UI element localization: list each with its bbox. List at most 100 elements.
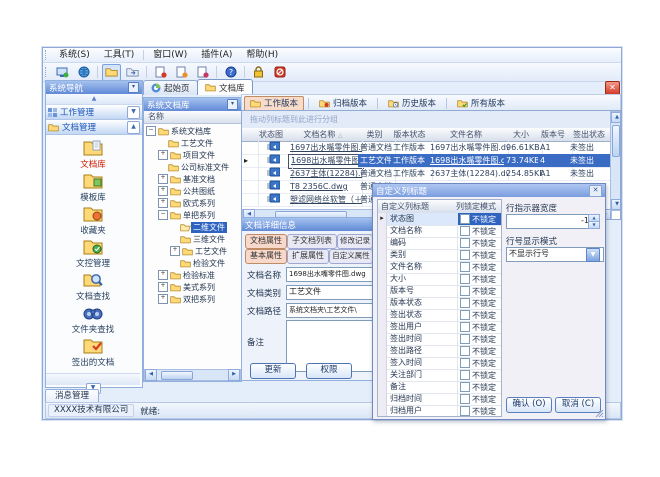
sidebar-item-checked-out-docs[interactable]: 签出的文档 (46, 337, 140, 370)
column-header-size[interactable]: 大小 (504, 128, 539, 142)
column-header-version[interactable]: 版本号 (538, 128, 569, 142)
stop-button[interactable] (270, 64, 289, 81)
lock-checkbox[interactable] (460, 334, 470, 344)
tree-node[interactable]: +美式系列 (158, 281, 217, 293)
lock-button[interactable] (249, 64, 268, 81)
sidebar-item-doc-control[interactable]: 文控管理 (46, 238, 140, 271)
collapse-icon[interactable]: − (158, 210, 168, 220)
tree-node[interactable]: +检验标准 (158, 269, 217, 281)
lock-checkbox[interactable] (460, 250, 470, 260)
tree-node[interactable]: +欧式系列 (158, 197, 217, 209)
doc-copy-button[interactable] (193, 64, 212, 81)
update-button[interactable]: 更新 (250, 363, 296, 379)
tab-start-page[interactable]: 起始页 (143, 80, 198, 95)
lock-checkbox[interactable] (460, 286, 470, 296)
dialog-title-bar[interactable]: 自定义列标题 ✕ (373, 184, 605, 197)
close-tab-button[interactable]: ✕ (605, 81, 620, 95)
lock-checkbox[interactable] (460, 370, 470, 380)
tab-document-library[interactable]: 文档库 (197, 79, 253, 95)
tree-node[interactable]: 公司标准文件 (158, 161, 231, 173)
sidebar-item-doc-search[interactable]: 文档查找 (46, 271, 140, 304)
expand-icon[interactable]: + (170, 246, 180, 256)
dialog-column-header-lock[interactable]: 列锁定模式 (453, 200, 502, 214)
tab-doc-properties[interactable]: 文档属性 (245, 234, 287, 249)
sidebar-scroll-up[interactable]: ▲ (46, 94, 142, 105)
ok-button[interactable]: 确认 (O) (506, 397, 552, 413)
tab-modification-record[interactable]: 修改记录 (337, 234, 373, 249)
lock-checkbox[interactable] (460, 394, 470, 404)
tab-basic-properties[interactable]: 基本属性 (245, 249, 287, 264)
grid-vertical-scrollbar[interactable]: ▲ ▼ (610, 111, 621, 211)
dialog-close-icon[interactable]: ✕ (589, 185, 602, 197)
doc-category-field[interactable]: 工艺文件 (286, 285, 375, 300)
sidebar-collapse-strip[interactable]: ▼ (46, 373, 140, 385)
tree-node[interactable]: +工艺文件 (170, 245, 229, 257)
sidebar-item-template-library[interactable]: 模板库 (46, 172, 140, 205)
tree-node[interactable]: −单把系列 (158, 209, 217, 221)
dialog-column-header-title[interactable]: 自定义列标题 (378, 200, 456, 214)
menu-help[interactable]: 帮助(H) (239, 49, 285, 62)
column-header-doc-name[interactable]: 文档名称 △ (288, 128, 359, 142)
lock-checkbox[interactable] (460, 358, 470, 368)
column-header-category[interactable]: 类别 (358, 128, 392, 142)
scrollbar-thumb[interactable] (612, 125, 620, 157)
menu-plugins[interactable]: 插件(A) (194, 49, 239, 62)
expand-icon[interactable]: + (158, 294, 168, 304)
chevron-down-icon[interactable]: ▼ (127, 106, 140, 119)
doc-path-field[interactable]: 系统文档夹\工艺文件\ (286, 303, 375, 318)
doc-mail-button[interactable] (172, 64, 191, 81)
all-versions-button[interactable]: 所有版本 (451, 96, 511, 111)
tree-node[interactable]: +基准文档 (158, 173, 217, 185)
expand-icon[interactable]: + (158, 150, 168, 160)
expand-icon[interactable]: + (158, 282, 168, 292)
tab-subdocument-list[interactable]: 子文档列表 (287, 234, 337, 249)
chevron-up-icon[interactable]: ▲ (127, 121, 140, 134)
tree-horizontal-scrollbar[interactable]: ◀ ▶ (144, 369, 241, 381)
help-button[interactable]: ? (221, 64, 240, 81)
group-work-management[interactable]: 工作管理 ▼ (46, 105, 142, 120)
collapse-icon[interactable]: − (146, 126, 156, 136)
tab-custom-properties[interactable]: 自定义属性 (329, 249, 373, 264)
scroll-left-icon[interactable]: ◀ (145, 369, 157, 381)
lock-checkbox[interactable] (460, 406, 470, 416)
sidebar-item-document-library[interactable]: 文档库 (46, 139, 140, 172)
history-version-button[interactable]: 历史版本 (382, 96, 442, 111)
doc-name-field[interactable]: 1698出水嘴零件图.dwg (286, 267, 375, 282)
folder-open-button[interactable] (102, 64, 121, 81)
lock-checkbox[interactable] (460, 322, 470, 332)
tree-node-selected[interactable]: 二维文件 (170, 221, 227, 233)
lock-checkbox[interactable] (460, 274, 470, 284)
tree-column-header[interactable]: 名称 (144, 111, 241, 124)
menu-system[interactable]: 系统(S) (52, 49, 97, 62)
lock-checkbox[interactable] (460, 310, 470, 320)
dropdown-arrow-icon[interactable]: ▼ (586, 248, 600, 262)
archive-version-button[interactable]: 归档版本 (313, 96, 373, 111)
tree-node[interactable]: +公共图纸 (158, 185, 217, 197)
tab-extended-properties[interactable]: 扩展属性 (287, 249, 329, 264)
work-version-button[interactable]: 工作版本 (244, 96, 304, 111)
lock-checkbox[interactable] (460, 226, 470, 236)
group-by-hint[interactable]: 拖动列标题到此进行分组 (242, 111, 621, 129)
pin-icon[interactable]: ▾ (128, 82, 139, 93)
sidebar-item-folder-search[interactable]: 文件夹查找 (46, 304, 140, 337)
tree-node[interactable]: 三维文件 (170, 233, 227, 245)
column-header-file-name[interactable]: 文件名称 (428, 128, 505, 142)
doc-name-link[interactable]: 2637主体(12284).dwg (288, 167, 363, 181)
group-doc-management[interactable]: 文档管理 ▲ (46, 120, 142, 135)
lock-checkbox[interactable] (460, 262, 470, 272)
doc-name-link[interactable]: 塑滤网络丝软管（＋... (288, 193, 363, 207)
system-check-button[interactable] (53, 64, 72, 81)
menu-window[interactable]: 窗口(W) (146, 49, 194, 62)
tree-node[interactable]: +项目文件 (158, 149, 217, 161)
resize-grip-icon[interactable] (595, 409, 604, 418)
scroll-up-icon[interactable]: ▲ (611, 112, 621, 123)
tree-node[interactable]: 检验文件 (170, 257, 227, 269)
doc-name-link[interactable]: 1697出水嘴零件图.dwg (288, 141, 363, 155)
pin-icon[interactable]: ▾ (227, 99, 238, 110)
column-header-checkout[interactable]: 签出状态 (568, 128, 611, 142)
doc-name-link[interactable]: T8 2356C.dwg (288, 180, 363, 194)
tree-node[interactable]: +双把系列 (158, 293, 217, 305)
scroll-right-icon[interactable]: ▶ (228, 369, 240, 381)
expand-icon[interactable]: + (158, 198, 168, 208)
lock-checkbox[interactable] (460, 214, 470, 224)
